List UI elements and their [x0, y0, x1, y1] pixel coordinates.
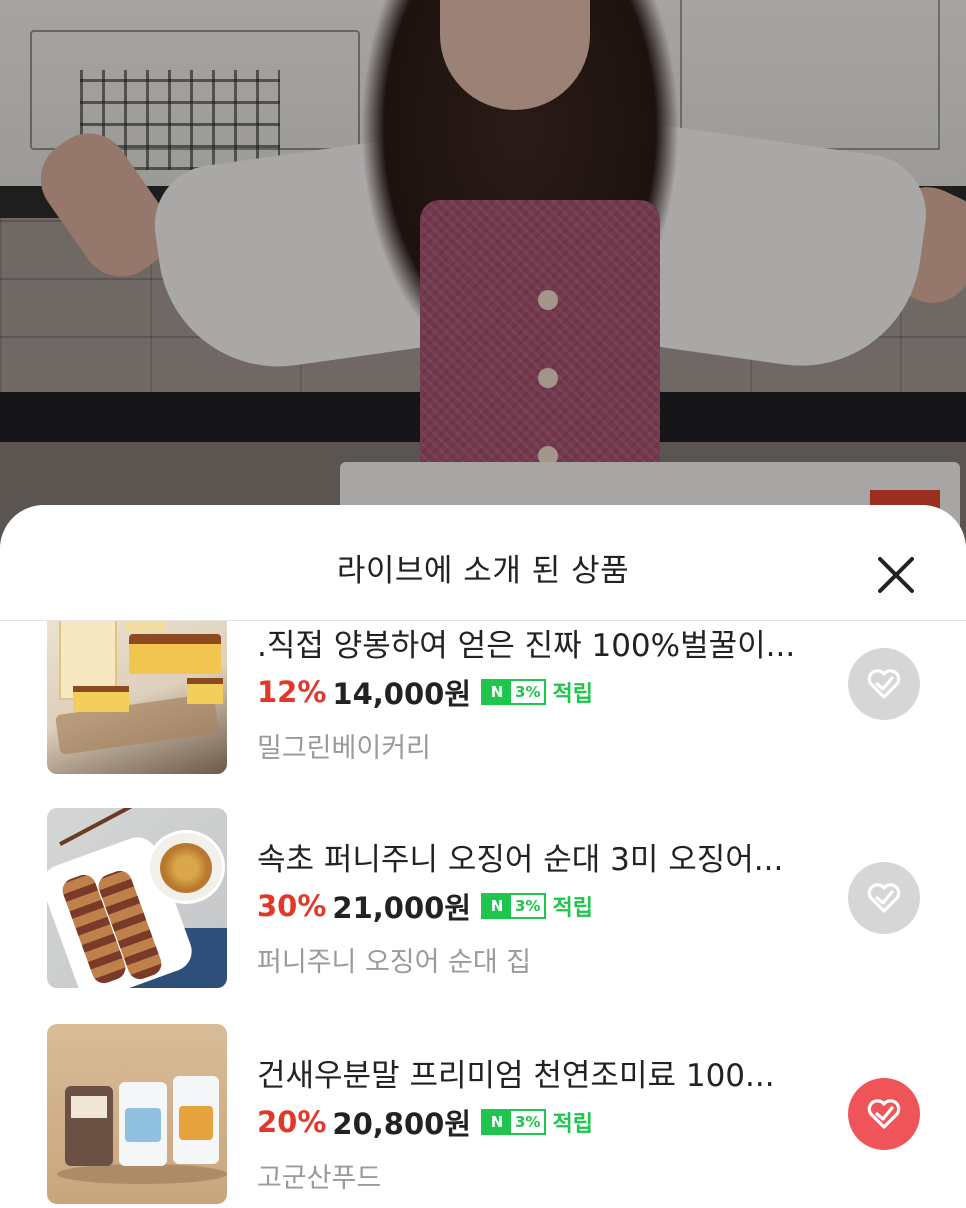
naverpay-n-icon: N [483, 1111, 512, 1133]
discount-rate: 12% [257, 675, 327, 709]
point-label: 적립 [552, 1112, 593, 1137]
close-button[interactable] [870, 549, 922, 601]
price-row: 12% 14,000원 N 3% 적립 [257, 672, 593, 712]
close-icon [878, 557, 914, 593]
product-item[interactable]: 속초 퍼니주니 오징어 순대 3미 오징어... 30% 21,000원 N 3… [0, 808, 966, 988]
naverpay-point-badge: N 3% [481, 1109, 547, 1135]
heart-check-icon [867, 669, 901, 699]
product-title[interactable]: 건새우분말 프리미엄 천연조미료 100... [257, 1050, 817, 1095]
product-list[interactable]: .직접 양봉하여 얻은 진짜 100%벌꿀이... 12% 14,000원 N … [0, 621, 966, 1208]
point-rate: 3% [515, 897, 541, 915]
product-thumbnail[interactable] [47, 1024, 227, 1204]
live-video-background [0, 0, 966, 560]
naverpay-point-badge: N 3% [481, 679, 547, 705]
point-label: 적립 [552, 682, 593, 707]
product-thumbnail[interactable] [47, 621, 227, 774]
point-label: 적립 [552, 896, 593, 921]
seller-name[interactable]: 퍼니주니 오징어 순대 집 [257, 940, 531, 979]
video-dim-overlay[interactable] [0, 0, 966, 560]
product-item[interactable]: 건새우분말 프리미엄 천연조미료 100... 20% 20,800원 N 3%… [0, 1024, 966, 1204]
heart-check-icon [867, 1099, 901, 1129]
wishlist-button-active[interactable] [848, 1078, 920, 1150]
wishlist-button[interactable] [848, 862, 920, 934]
price-row: 20% 20,800원 N 3% 적립 [257, 1102, 593, 1142]
heart-check-icon [867, 883, 901, 913]
discount-rate: 30% [257, 889, 327, 923]
seller-name[interactable]: 밀그린베이커리 [257, 726, 431, 765]
sheet-title: 라이브에 소개 된 상품 [336, 553, 630, 589]
product-title[interactable]: .직접 양봉하여 얻은 진짜 100%벌꿀이... [257, 621, 817, 665]
point-rate: 3% [515, 1113, 541, 1131]
product-item[interactable]: .직접 양봉하여 얻은 진짜 100%벌꿀이... 12% 14,000원 N … [0, 621, 966, 774]
price-row: 30% 21,000원 N 3% 적립 [257, 886, 593, 926]
product-price: 20,800원 [332, 1107, 472, 1141]
naverpay-n-icon: N [483, 895, 512, 917]
sheet-header: 라이브에 소개 된 상품 [0, 505, 966, 621]
discount-rate: 20% [257, 1105, 327, 1139]
product-price: 21,000원 [332, 891, 472, 925]
wishlist-button[interactable] [848, 648, 920, 720]
products-bottom-sheet: 라이브에 소개 된 상품 .직접 양봉하여 얻은 진짜 100%벌꿀이... 1… [0, 505, 966, 1208]
point-rate: 3% [515, 683, 541, 701]
product-price: 14,000원 [332, 677, 472, 711]
seller-name[interactable]: 고군산푸드 [257, 1156, 381, 1195]
product-thumbnail[interactable] [47, 808, 227, 988]
naverpay-n-icon: N [483, 681, 512, 703]
product-title[interactable]: 속초 퍼니주니 오징어 순대 3미 오징어... [257, 834, 817, 879]
naverpay-point-badge: N 3% [481, 893, 547, 919]
